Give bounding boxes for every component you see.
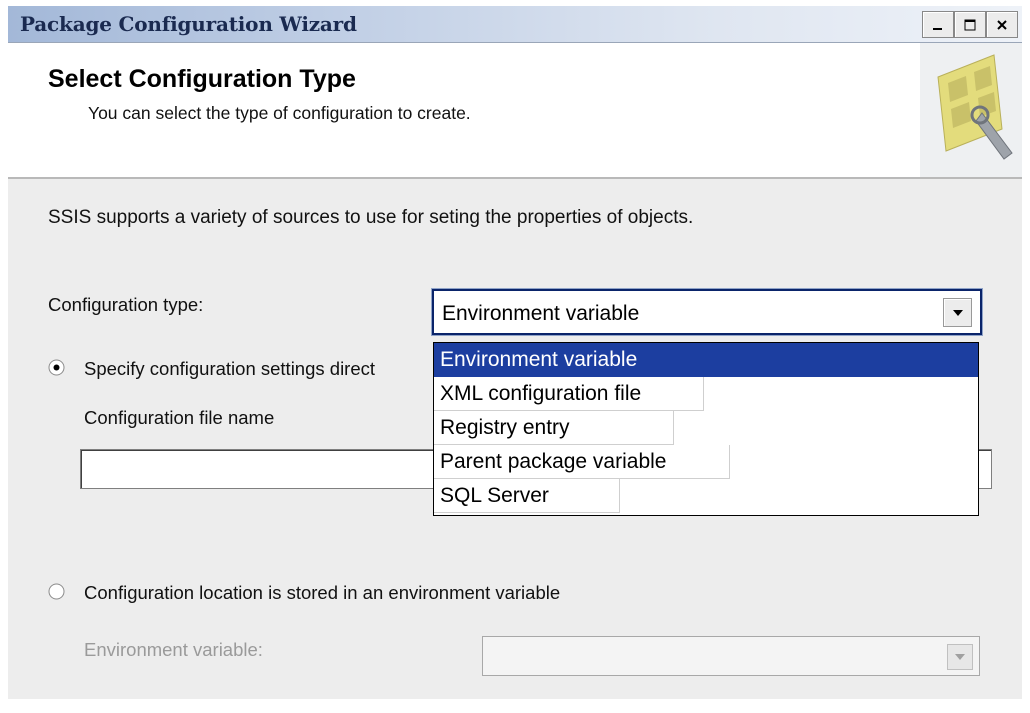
config-type-value: Environment variable: [442, 302, 640, 325]
dropdown-option[interactable]: SQL Server: [434, 479, 620, 513]
config-type-dropdown-list: Environment variable XML configuration f…: [433, 342, 979, 516]
env-var-select[interactable]: [482, 636, 980, 676]
config-type-label: Configuration type:: [48, 294, 204, 315]
close-button[interactable]: [986, 11, 1018, 38]
config-type-select[interactable]: Environment variable: [431, 288, 983, 336]
page-subtitle: You can select the type of configuration…: [88, 103, 471, 123]
radio-direct[interactable]: [48, 359, 65, 376]
description-text: SSIS supports a variety of sources to us…: [48, 207, 694, 228]
wizard-header: Select Configuration Type You can select…: [8, 43, 1022, 179]
maximize-icon: [964, 19, 976, 30]
config-file-label: Configuration file name: [84, 407, 275, 428]
wizard-banner-icon: [920, 43, 1022, 177]
title-bar[interactable]: Package Configuration Wizard: [8, 6, 1022, 43]
radio-direct-label[interactable]: Specify configuration settings direct: [84, 358, 375, 380]
window-title: Package Configuration Wizard: [20, 12, 357, 36]
dropdown-option[interactable]: Environment variable: [434, 343, 978, 377]
dropdown-arrow-button[interactable]: [943, 298, 972, 327]
close-icon: [997, 19, 1007, 30]
dropdown-option[interactable]: XML configuration file: [434, 377, 704, 411]
env-var-label: Environment variable:: [84, 639, 263, 660]
window-buttons: [922, 11, 1018, 38]
page-title: Select Configuration Type: [48, 65, 356, 93]
dropdown-option[interactable]: Registry entry: [434, 411, 674, 445]
maximize-button[interactable]: [954, 11, 986, 38]
minimize-button[interactable]: [922, 11, 954, 38]
radio-env-label[interactable]: Configuration location is stored in an e…: [84, 582, 560, 604]
chevron-down-icon: [952, 309, 963, 316]
wizard-body: SSIS supports a variety of sources to us…: [8, 179, 1022, 699]
dropdown-option[interactable]: Parent package variable: [434, 445, 730, 479]
env-dropdown-arrow[interactable]: [947, 644, 973, 670]
chevron-down-icon: [955, 654, 965, 660]
radio-env[interactable]: [48, 583, 65, 600]
minimize-icon: [933, 27, 942, 30]
